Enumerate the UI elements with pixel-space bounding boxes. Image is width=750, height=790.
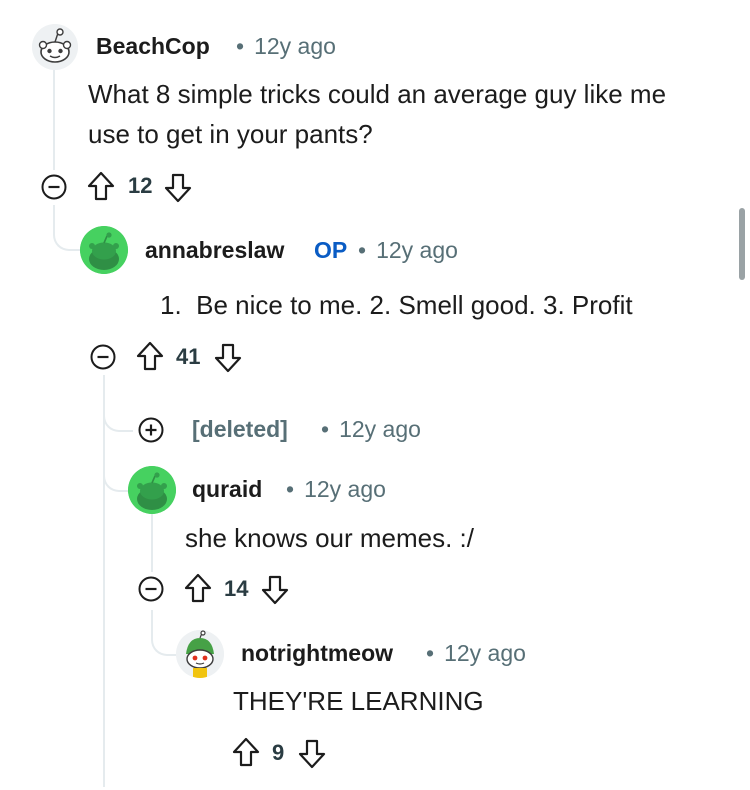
reddit-snoo-custom-icon bbox=[176, 630, 224, 678]
upvote-icon[interactable] bbox=[231, 736, 261, 773]
comment-body: What 8 simple tricks could an average gu… bbox=[88, 79, 667, 149]
thread-connector-annabreslaw bbox=[53, 205, 83, 251]
avatar[interactable] bbox=[80, 226, 128, 274]
comment-time: 12y ago bbox=[444, 640, 526, 666]
comment-timestamp: • 12y ago bbox=[286, 476, 386, 502]
downvote-icon[interactable] bbox=[260, 574, 290, 611]
comment-timestamp: • 12y ago bbox=[358, 237, 458, 263]
comment-timestamp: • 12y ago bbox=[426, 640, 526, 666]
comment-time: 12y ago bbox=[376, 237, 458, 263]
collapse-icon[interactable] bbox=[137, 575, 165, 608]
reddit-snoo-green-icon bbox=[80, 226, 128, 274]
thread-line-quraid bbox=[151, 512, 153, 572]
upvote-icon[interactable] bbox=[86, 170, 116, 207]
vote-count: 12 bbox=[128, 173, 153, 198]
expand-icon[interactable] bbox=[137, 416, 165, 449]
reddit-snoo-green-icon bbox=[128, 466, 176, 514]
thread-line-root bbox=[53, 68, 55, 170]
comment-body: she knows our memes. :/ bbox=[185, 523, 474, 553]
reddit-snoo-default-icon bbox=[32, 24, 78, 70]
avatar[interactable] bbox=[128, 466, 176, 514]
vote-count: 14 bbox=[224, 576, 249, 601]
comment-time: 12y ago bbox=[339, 416, 421, 442]
upvote-icon[interactable] bbox=[183, 572, 213, 609]
vote-count: 41 bbox=[176, 344, 201, 369]
comment-time: 12y ago bbox=[254, 33, 336, 59]
comment-time: 12y ago bbox=[304, 476, 386, 502]
downvote-icon[interactable] bbox=[163, 172, 193, 209]
scrollbar-thumb[interactable] bbox=[739, 208, 745, 280]
comment-body: THEY'RE LEARNING bbox=[233, 686, 484, 716]
vote-count: 9 bbox=[272, 740, 285, 765]
collapse-icon[interactable] bbox=[40, 173, 68, 206]
upvote-icon[interactable] bbox=[135, 340, 165, 377]
avatar[interactable] bbox=[32, 24, 78, 70]
thread-connector-deleted bbox=[103, 386, 133, 432]
comment-username[interactable]: quraid bbox=[192, 476, 262, 503]
collapse-icon[interactable] bbox=[89, 343, 117, 376]
comment-body: 1. Be nice to me. 2. Smell good. 3. Prof… bbox=[160, 290, 633, 320]
comment-username[interactable]: annabreslaw bbox=[145, 237, 284, 264]
downvote-icon[interactable] bbox=[297, 738, 327, 775]
comment-username[interactable]: notrightmeow bbox=[241, 640, 393, 667]
comment-timestamp: • 12y ago bbox=[236, 33, 336, 59]
comment-username: [deleted] bbox=[192, 416, 288, 442]
comment-username[interactable]: BeachCop bbox=[96, 33, 210, 60]
downvote-icon[interactable] bbox=[213, 342, 243, 379]
avatar[interactable] bbox=[176, 630, 224, 678]
thread-line-annabreslaw bbox=[103, 375, 105, 787]
op-badge: OP bbox=[314, 237, 348, 263]
comment-timestamp: • 12y ago bbox=[321, 416, 421, 442]
